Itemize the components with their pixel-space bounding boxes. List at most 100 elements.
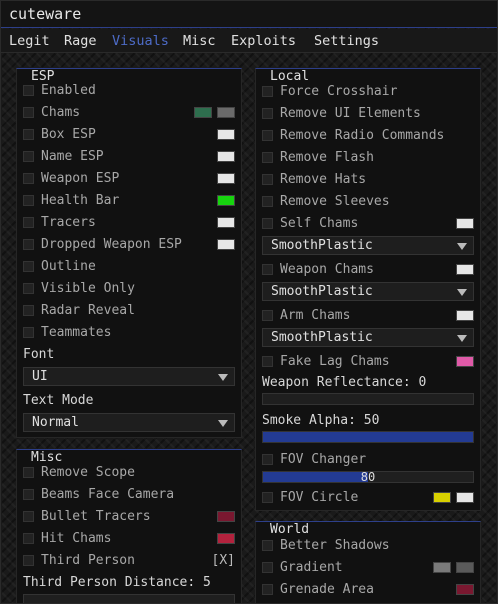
weapon-chams-checkbox[interactable] <box>262 264 273 275</box>
bullet-tracers-color-swatch[interactable] <box>217 511 235 522</box>
remove-hats-label: Remove Hats <box>280 172 367 187</box>
fov-circle-color-swatch-1[interactable] <box>433 492 451 503</box>
remove-ui-elements-toggle[interactable]: Remove UI Elements <box>262 105 474 123</box>
box-esp-toggle[interactable]: Box ESP <box>23 126 235 144</box>
name-esp-toggle[interactable]: Name ESP <box>23 148 235 166</box>
tab-legit[interactable]: Legit <box>9 33 50 49</box>
dropped-weapon-esp-color-swatch[interactable] <box>217 239 235 250</box>
fov-changer-slider[interactable]: 80 <box>262 470 474 484</box>
fov-circle-checkbox[interactable] <box>262 492 273 503</box>
tracers-checkbox[interactable] <box>23 217 34 228</box>
weapon-reflectance-slider[interactable] <box>262 393 474 405</box>
better-shadows-checkbox[interactable] <box>262 540 273 551</box>
visible-only-checkbox[interactable] <box>23 283 34 294</box>
tab-rage[interactable]: Rage <box>64 33 97 49</box>
tracers-color-swatch[interactable] <box>217 217 235 228</box>
arm-chams-material-dropdown[interactable]: SmoothPlastic <box>262 328 474 347</box>
radar-reveal-toggle[interactable]: Radar Reveal <box>23 302 235 320</box>
chams-checkbox[interactable] <box>23 107 34 118</box>
fake-lag-chams-color-swatch[interactable] <box>456 356 474 367</box>
name-esp-checkbox[interactable] <box>23 151 34 162</box>
remove-hats-checkbox[interactable] <box>262 174 273 185</box>
chams-toggle[interactable]: Chams <box>23 104 235 122</box>
fake-lag-chams-checkbox[interactable] <box>262 356 273 367</box>
teammates-toggle[interactable]: Teammates <box>23 324 235 342</box>
self-chams-color-swatch[interactable] <box>456 218 474 229</box>
tracers-toggle[interactable]: Tracers <box>23 214 235 232</box>
health-bar-toggle[interactable]: Health Bar <box>23 192 235 210</box>
beams-face-camera-checkbox[interactable] <box>23 489 34 500</box>
force-crosshair-checkbox[interactable] <box>262 86 273 97</box>
outline-checkbox[interactable] <box>23 261 34 272</box>
self-chams-material-dropdown[interactable]: SmoothPlastic <box>262 236 474 255</box>
fov-circle-toggle[interactable]: FOV Circle <box>262 489 474 507</box>
dropped-weapon-esp-toggle[interactable]: Dropped Weapon ESP <box>23 236 235 254</box>
bullet-tracers-toggle[interactable]: Bullet Tracers <box>23 508 235 526</box>
fake-lag-chams-toggle[interactable]: Fake Lag Chams <box>262 353 474 371</box>
remove-scope-checkbox[interactable] <box>23 467 34 478</box>
grenade-area-checkbox[interactable] <box>262 584 273 595</box>
fov-circle-color-swatch-2[interactable] <box>456 492 474 503</box>
fov-changer-checkbox[interactable] <box>262 454 273 465</box>
third-person-distance-slider[interactable] <box>23 594 235 603</box>
weapon-esp-checkbox[interactable] <box>23 173 34 184</box>
box-esp-checkbox[interactable] <box>23 129 34 140</box>
visible-only-toggle[interactable]: Visible Only <box>23 280 235 298</box>
remove-radio-commands-toggle[interactable]: Remove Radio Commands <box>262 127 474 145</box>
weapon-chams-material-dropdown[interactable]: SmoothPlastic <box>262 282 474 301</box>
arm-chams-toggle[interactable]: Arm Chams <box>262 307 474 325</box>
text-mode-dropdown[interactable]: Normal <box>23 413 235 432</box>
box-esp-color-swatch[interactable] <box>217 129 235 140</box>
remove-sleeves-toggle[interactable]: Remove Sleeves <box>262 193 474 211</box>
beams-face-camera-toggle[interactable]: Beams Face Camera <box>23 486 235 504</box>
gradient-color-swatch-2[interactable] <box>456 562 474 573</box>
grenade-area-toggle[interactable]: Grenade Area <box>262 581 474 599</box>
enabled-checkbox[interactable] <box>23 85 34 96</box>
gradient-toggle[interactable]: Gradient <box>262 559 474 577</box>
better-shadows-toggle[interactable]: Better Shadows <box>262 537 474 555</box>
bullet-tracers-checkbox[interactable] <box>23 511 34 522</box>
remove-ui-elements-checkbox[interactable] <box>262 108 273 119</box>
arm-chams-checkbox[interactable] <box>262 310 273 321</box>
enabled-toggle[interactable]: Enabled <box>23 82 235 100</box>
remove-radio-commands-checkbox[interactable] <box>262 130 273 141</box>
chams-color-swatch-2[interactable] <box>217 107 235 118</box>
tab-misc[interactable]: Misc <box>183 33 216 49</box>
grenade-area-color-swatch[interactable] <box>456 584 474 595</box>
force-crosshair-toggle[interactable]: Force Crosshair <box>262 83 474 101</box>
outline-toggle[interactable]: Outline <box>23 258 235 276</box>
dropped-weapon-esp-checkbox[interactable] <box>23 239 34 250</box>
remove-hats-toggle[interactable]: Remove Hats <box>262 171 474 189</box>
hit-chams-toggle[interactable]: Hit Chams <box>23 530 235 548</box>
gradient-color-swatch-1[interactable] <box>433 562 451 573</box>
name-esp-color-swatch[interactable] <box>217 151 235 162</box>
gradient-checkbox[interactable] <box>262 562 273 573</box>
remove-flash-checkbox[interactable] <box>262 152 273 163</box>
self-chams-checkbox[interactable] <box>262 218 273 229</box>
weapon-chams-toggle[interactable]: Weapon Chams <box>262 261 474 279</box>
font-dropdown[interactable]: UI <box>23 367 235 386</box>
remove-sleeves-checkbox[interactable] <box>262 196 273 207</box>
health-bar-color-swatch[interactable] <box>217 195 235 206</box>
fov-changer-toggle[interactable]: FOV Changer <box>262 451 474 469</box>
weapon-chams-color-swatch[interactable] <box>456 264 474 275</box>
third-person-checkbox[interactable] <box>23 555 34 566</box>
tab-settings[interactable]: Settings <box>314 33 379 49</box>
health-bar-checkbox[interactable] <box>23 195 34 206</box>
weapon-esp-color-swatch[interactable] <box>217 173 235 184</box>
remove-scope-toggle[interactable]: Remove Scope <box>23 464 235 482</box>
teammates-checkbox[interactable] <box>23 327 34 338</box>
third-person-keybind[interactable]: [X] <box>212 553 235 568</box>
hit-chams-color-swatch[interactable] <box>217 533 235 544</box>
arm-chams-color-swatch[interactable] <box>456 310 474 321</box>
remove-flash-toggle[interactable]: Remove Flash <box>262 149 474 167</box>
third-person-toggle[interactable]: Third Person [X] <box>23 552 235 570</box>
weapon-esp-toggle[interactable]: Weapon ESP <box>23 170 235 188</box>
smoke-alpha-slider[interactable] <box>262 431 474 443</box>
self-chams-toggle[interactable]: Self Chams <box>262 215 474 233</box>
radar-reveal-checkbox[interactable] <box>23 305 34 316</box>
hit-chams-checkbox[interactable] <box>23 533 34 544</box>
chams-color-swatch-1[interactable] <box>194 107 212 118</box>
tab-exploits[interactable]: Exploits <box>231 33 296 49</box>
tab-visuals[interactable]: Visuals <box>112 33 169 49</box>
